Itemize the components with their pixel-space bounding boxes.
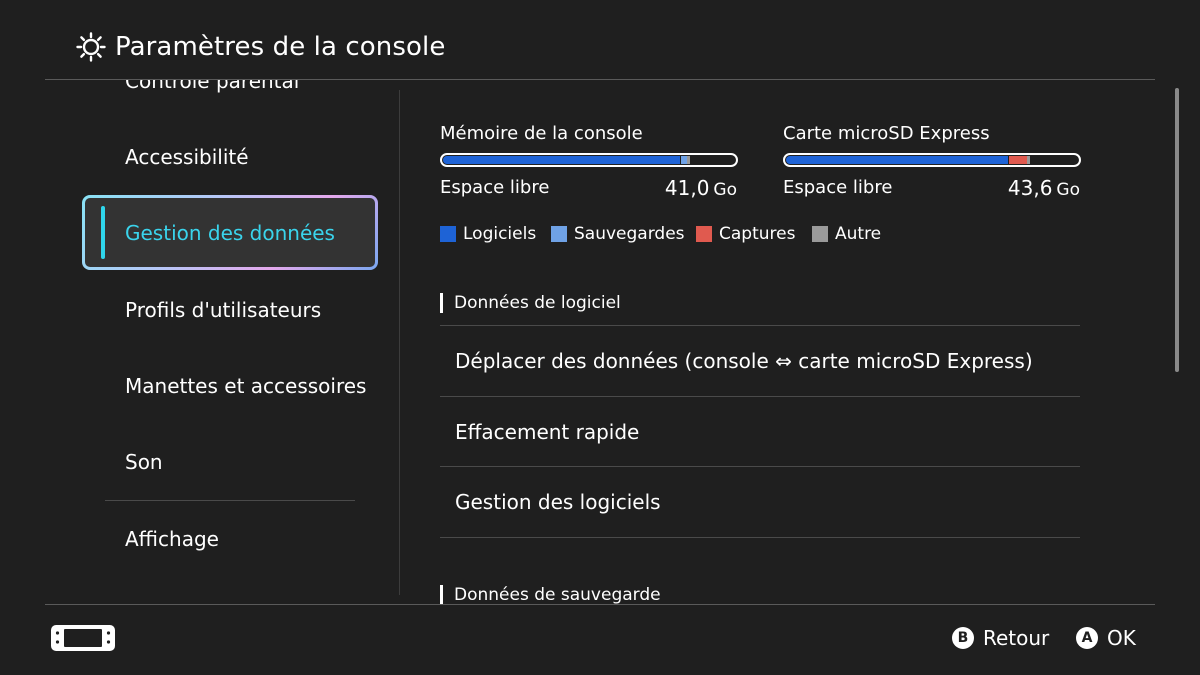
pane-separator [399,90,400,595]
console-free-unit: Go [713,180,737,200]
legend-swatch-other [812,226,828,242]
legend-captures: Captures [696,224,795,244]
legend-swatch-software [440,226,456,242]
sd-free-label: Espace libre [783,177,893,198]
quick-erase-label: Effacement rapide [455,420,640,444]
gear-icon [76,32,106,62]
sidebar: Contrôle parental Accessibilité Profils … [45,80,400,604]
page-title: Paramètres de la console [115,32,446,62]
sd-free-value: 43,6 Go [943,176,1080,202]
back-label: Retour [983,626,1050,650]
ok-button[interactable]: A OK [1076,624,1136,652]
ok-label: OK [1107,626,1136,650]
software-management-item[interactable]: Gestion des logiciels [440,467,1080,537]
scrollbar[interactable] [1175,88,1179,372]
console-memory-bar [440,153,738,167]
console-free-value: 41,0 Go [600,176,737,202]
bar-segment-software [443,156,680,164]
bar-segment-other [687,156,690,164]
bar-segment-other [1027,156,1030,164]
section-marker [440,585,443,604]
legend-label-software: Logiciels [463,224,537,244]
sd-free-number: 43,6 [1007,176,1053,200]
section-header-software-data: Données de logiciel [454,293,621,313]
move-data-label: Déplacer des données (console ⇔ carte mi… [455,349,1033,373]
sidebar-item-user-profiles[interactable]: Profils d'utilisateurs [125,296,321,324]
legend-label-other: Autre [835,224,882,244]
sd-free-unit: Go [1056,180,1080,200]
legend-saves: Sauvegardes [551,224,685,244]
legend-swatch-captures [696,226,712,242]
sidebar-item-parental-control[interactable]: Contrôle parental [125,80,299,95]
quick-erase-item[interactable]: Effacement rapide [440,397,1080,467]
console-icon [51,625,115,651]
section-marker [440,293,443,313]
bar-segment-captures [1009,156,1027,164]
console-free-label: Espace libre [440,177,550,198]
sidebar-item-sound[interactable]: Son [125,448,163,476]
sidebar-item-controllers[interactable]: Manettes et accessoires [125,372,366,400]
footer-divider [45,604,1155,605]
console-free-number: 41,0 [664,176,710,200]
sidebar-item-accessibility[interactable]: Accessibilité [125,143,249,171]
save-data-section-clip: Données de sauvegarde [400,580,1160,604]
selection-indicator [101,206,105,259]
sd-card-title: Carte microSD Express [783,123,990,144]
a-button-icon: A [1076,627,1098,649]
sidebar-item-label-selected: Gestion des données [125,221,335,245]
b-button-icon: B [952,627,974,649]
console-memory-title: Mémoire de la console [440,123,643,144]
back-button[interactable]: B Retour [952,624,1049,652]
legend-label-saves: Sauvegardes [574,224,685,244]
header: Paramètres de la console [0,0,1200,80]
legend-swatch-saves [551,226,567,242]
sidebar-item-display[interactable]: Affichage [125,525,219,553]
list-divider [440,537,1080,538]
sidebar-divider [105,500,355,501]
legend-software: Logiciels [440,224,536,244]
sd-card-bar [783,153,1081,167]
section-header-save-data: Données de sauvegarde [454,585,661,604]
move-data-item[interactable]: Déplacer des données (console ⇔ carte mi… [440,326,1080,396]
bar-segment-software [786,156,1008,164]
legend-other: Autre [812,224,881,244]
legend-label-captures: Captures [719,224,796,244]
software-management-label: Gestion des logiciels [455,490,661,514]
